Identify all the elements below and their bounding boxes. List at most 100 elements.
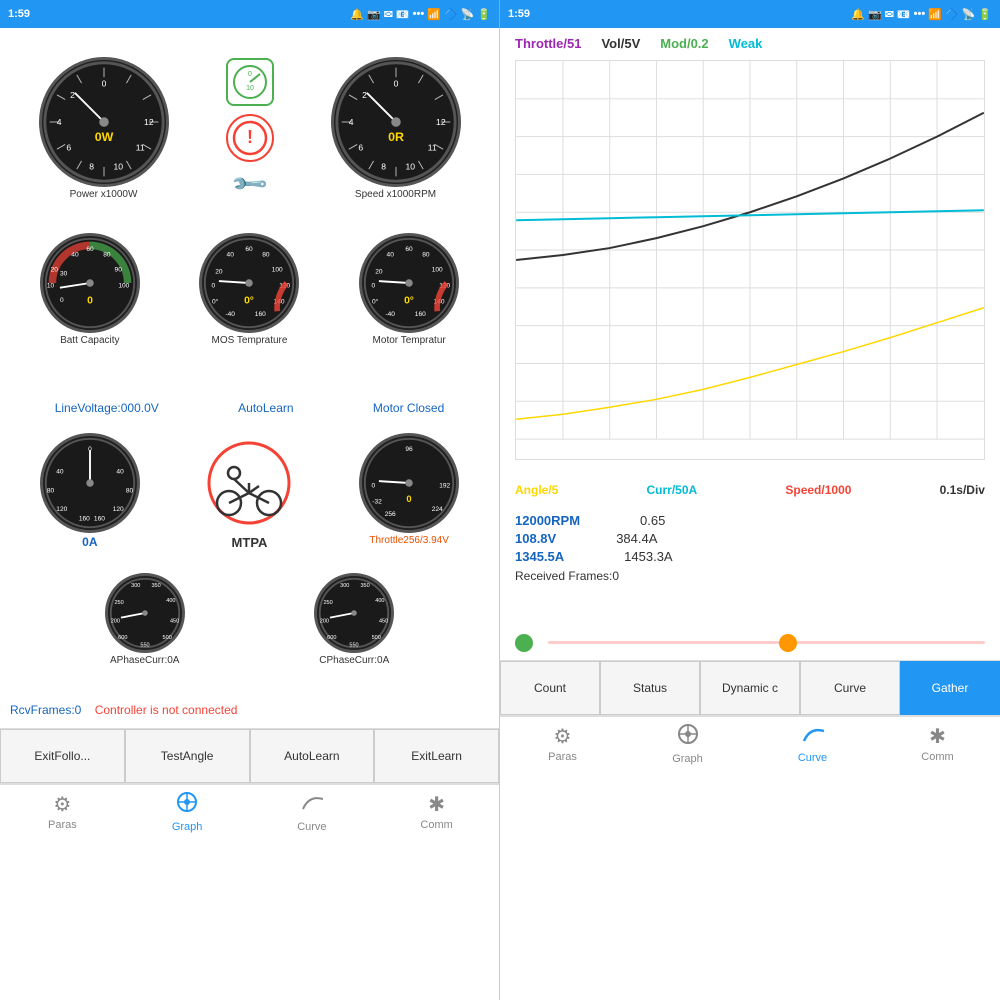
speed-gauge-label: Speed x1000RPM	[355, 189, 436, 200]
throttle-label-chart: Throttle/51	[515, 36, 581, 56]
action-buttons: ExitFollo... TestAngle AutoLearn ExitLea…	[0, 728, 499, 783]
test-angle-button[interactable]: TestAngle	[125, 729, 250, 783]
voltage-value: 108.8V	[515, 531, 556, 546]
svg-text:11: 11	[135, 142, 144, 152]
svg-text:6: 6	[66, 142, 71, 152]
svg-text:200: 200	[111, 618, 120, 624]
gauges-third-row: 0 40 80 120 160 160 120 80 40 0A	[0, 428, 499, 568]
nav-paras-right[interactable]: ⚙ Paras	[500, 717, 625, 770]
comm-label-right: Comm	[921, 751, 953, 763]
current-label: 0A	[82, 535, 97, 549]
weak-label-chart: Weak	[729, 36, 763, 56]
aphase-gauge-container: 200 250 300 350 400 450 500 550 600 APha…	[105, 573, 185, 666]
svg-text:550: 550	[140, 642, 149, 648]
dynamic-button[interactable]: Dynamic c	[700, 661, 800, 715]
status-row: RcvFrames:0 Controller is not connected	[0, 698, 499, 728]
motor-gauge: 0 20 40 60 80 100 120 140 160 -40 0°	[359, 233, 459, 333]
svg-text:100: 100	[432, 267, 443, 274]
svg-text:40: 40	[387, 252, 395, 259]
paras-icon: ⚙	[53, 792, 71, 817]
svg-text:40: 40	[116, 469, 124, 476]
svg-text:2: 2	[70, 90, 75, 100]
slider-line[interactable]	[548, 641, 985, 644]
motor-gauge-container: 0 20 40 60 80 100 120 140 160 -40 0°	[359, 233, 459, 346]
mos-gauge-container: 0 20 40 60 80 100 120 140 160 -40 0°	[199, 233, 299, 346]
status-button[interactable]: Status	[600, 661, 700, 715]
curve-button[interactable]: Curve	[800, 661, 900, 715]
chart-top-labels: Throttle/51 Vol/5V Mod/0.2 Weak	[500, 28, 1000, 60]
comm-icon: ✱	[428, 792, 445, 817]
current-gauge: 0 40 80 120 160 160 120 80 40	[40, 433, 140, 533]
svg-text:10: 10	[246, 85, 254, 92]
svg-text:0°: 0°	[245, 296, 255, 307]
info-row: LineVoltage:000.0V AutoLearn Motor Close…	[0, 388, 499, 428]
status-bar: 1:59 🔔 📷 ✉ 📧 ••• 📶 🔷 📡 🔋 1:59 🔔 📷 ✉ 📧 ••…	[0, 0, 1000, 28]
svg-text:160: 160	[255, 311, 266, 318]
svg-text:0°: 0°	[404, 296, 414, 307]
warning-icon: !	[226, 114, 274, 162]
svg-text:160: 160	[415, 311, 426, 318]
speed-gauge: 0 2 4 6 8 10 11 12 0R	[331, 57, 461, 187]
svg-text:80: 80	[422, 252, 430, 259]
nav-comm-right[interactable]: ✱ Comm	[875, 717, 1000, 770]
svg-text:30: 30	[60, 270, 68, 277]
svg-text:300: 300	[340, 583, 349, 589]
svg-text:350: 350	[361, 583, 370, 589]
vol-label-chart: Vol/5V	[601, 36, 640, 56]
svg-text:500: 500	[372, 635, 381, 641]
svg-text:300: 300	[131, 583, 140, 589]
middle-icons: 0 10 ! 🔧	[226, 58, 274, 199]
nav-comm-left[interactable]: ✱ Comm	[374, 785, 499, 838]
count-button[interactable]: Count	[500, 661, 600, 715]
batt-gauge-container: 20 10 0 30 40 60 80 90 100 0	[40, 233, 140, 346]
nav-graph-left[interactable]: Graph	[125, 785, 250, 838]
right-action-buttons: Count Status Dynamic c Curve Gather	[500, 660, 1000, 715]
rcv-frames: RcvFrames:0	[10, 703, 81, 717]
svg-text:!: !	[247, 127, 253, 147]
curr-label: Curr/50A	[647, 483, 698, 502]
slider-dot-orange[interactable]	[779, 634, 797, 652]
nav-paras-left[interactable]: ⚙ Paras	[0, 785, 125, 838]
curve-icon	[301, 791, 323, 819]
gather-button[interactable]: Gather	[900, 661, 1000, 715]
svg-text:10: 10	[113, 161, 123, 171]
power-gauge: 0 2 4 6 8 10 11 12 0W	[39, 57, 169, 187]
mtpa-label: MTPA	[232, 535, 268, 550]
mod-label-chart: Mod/0.2	[660, 36, 708, 56]
auto-learn-button[interactable]: AutoLearn	[250, 729, 375, 783]
exit-follo-button[interactable]: ExitFollo...	[0, 729, 125, 783]
svg-text:0W: 0W	[94, 130, 113, 144]
svg-text:120: 120	[113, 506, 124, 513]
val2: 384.4A	[616, 531, 657, 546]
nav-graph-right[interactable]: Graph	[625, 717, 750, 770]
svg-text:250: 250	[324, 600, 333, 606]
svg-text:192: 192	[439, 483, 450, 490]
right-panel: Throttle/51 Vol/5V Mod/0.2 Weak	[500, 28, 1000, 1000]
frames-label: Received Frames:0	[515, 569, 619, 583]
svg-text:90: 90	[114, 267, 122, 274]
slider-area	[500, 625, 1000, 660]
svg-text:6: 6	[358, 142, 363, 152]
throttle-gauge-container: 0 96 192 224 256 -32 0 Throttle256/3.94V	[359, 433, 459, 546]
graph-icon	[176, 791, 198, 819]
status-bar-left: 1:59 🔔 📷 ✉ 📧 ••• 📶 🔷 📡 🔋	[0, 0, 500, 28]
curve-icon-right	[802, 723, 824, 750]
exit-learn-button[interactable]: ExitLearn	[374, 729, 499, 783]
svg-text:60: 60	[86, 246, 94, 253]
svg-text:100: 100	[272, 267, 283, 274]
svg-text:256: 256	[385, 511, 396, 518]
status-icons-left: 🔔 📷 ✉ 📧 ••• 📶 🔷 📡 🔋	[350, 8, 491, 21]
svg-text:0°: 0°	[372, 298, 379, 306]
svg-text:500: 500	[162, 635, 171, 641]
svg-text:2: 2	[362, 90, 367, 100]
chart-area	[500, 60, 1000, 480]
nav-curve-right[interactable]: Curve	[750, 717, 875, 770]
curve-label: Curve	[297, 821, 326, 833]
received-frames: Received Frames:0	[515, 567, 985, 585]
svg-text:224: 224	[432, 506, 443, 513]
svg-text:60: 60	[246, 246, 254, 253]
connection-error: Controller is not connected	[95, 703, 238, 717]
nav-curve-left[interactable]: Curve	[250, 785, 375, 838]
svg-text:40: 40	[71, 252, 79, 259]
svg-text:250: 250	[114, 600, 123, 606]
